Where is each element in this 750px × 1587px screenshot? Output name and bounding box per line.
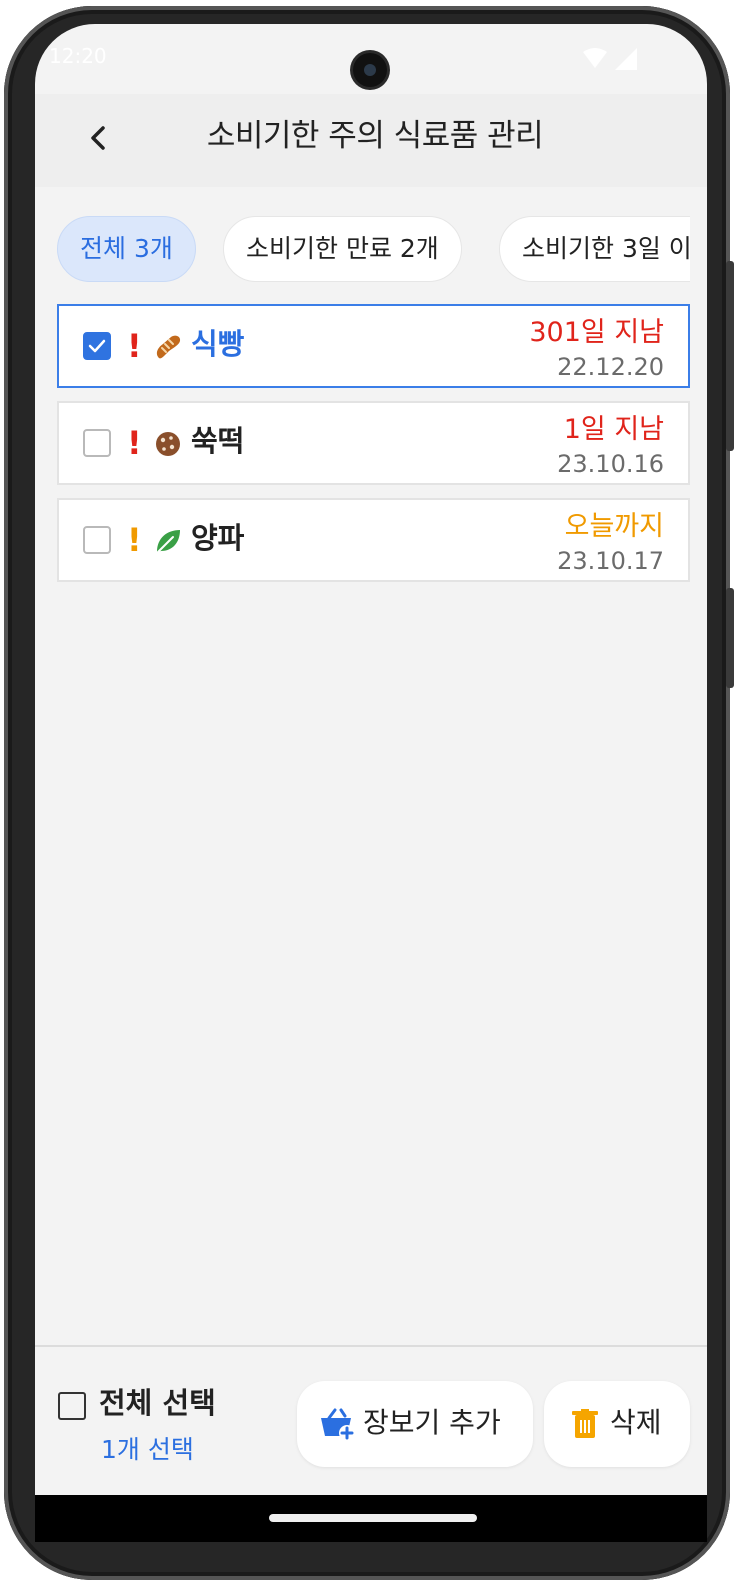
item-checkbox[interactable] xyxy=(83,526,111,554)
status-time: 12:20 xyxy=(49,44,107,68)
cookie-icon xyxy=(156,432,180,456)
alert-icon: ! xyxy=(127,327,142,365)
selected-count: 1개 선택 xyxy=(101,1435,194,1464)
page-title: 소비기한 주의 식료품 관리 xyxy=(206,118,544,154)
back-button[interactable] xyxy=(79,118,119,158)
delete-button[interactable]: 삭제 xyxy=(544,1381,690,1467)
item-date: 22.12.20 xyxy=(557,353,664,381)
check-icon xyxy=(88,339,106,353)
list-item[interactable]: ! 양파 오늘까지 23.10.17 xyxy=(57,498,690,582)
filter-chip-expired[interactable]: 소비기한 만료 2개 xyxy=(223,216,462,282)
item-status: 301일 지남 xyxy=(529,317,664,348)
app-bar: 소비기한 주의 식료품 관리 xyxy=(35,94,707,187)
app-screen: 12:20 소비기한 주의 식료품 관리 전체 3개 소비기한 만료 2개 소비… xyxy=(35,24,707,1542)
warning-icon: ! xyxy=(127,521,142,559)
item-status: 1일 지남 xyxy=(563,414,664,445)
front-camera xyxy=(353,53,387,87)
volume-button xyxy=(726,261,734,451)
item-checkbox[interactable] xyxy=(83,429,111,457)
item-date: 23.10.17 xyxy=(557,547,664,575)
filter-chip-within-3-days[interactable]: 소비기한 3일 이내 1개 xyxy=(499,216,690,282)
list-item[interactable]: ! 쑥떡 1일 지남 23.10.16 xyxy=(57,401,690,485)
filter-chips: 전체 3개 소비기한 만료 2개 소비기한 3일 이내 1개 xyxy=(57,216,690,286)
item-date: 23.10.16 xyxy=(557,450,664,478)
bread-icon xyxy=(156,335,181,359)
add-shopping-button[interactable]: 장보기 추가 xyxy=(297,1381,533,1467)
trash-icon xyxy=(572,1409,598,1438)
status-bar: 12:20 xyxy=(35,24,707,94)
item-status: 오늘까지 xyxy=(564,511,664,542)
item-name: 쑥떡 xyxy=(191,424,245,458)
item-name: 식빵 xyxy=(191,327,245,361)
home-indicator[interactable] xyxy=(269,1514,477,1522)
select-all-checkbox[interactable] xyxy=(58,1392,86,1420)
list-item[interactable]: ! 식빵 301일 지남 22.12.20 xyxy=(57,304,690,388)
signal-icon xyxy=(615,48,637,70)
alert-icon: ! xyxy=(127,424,142,462)
bottom-action-bar: 전체 선택 1개 선택 장보기 추가 삭제 xyxy=(35,1345,707,1497)
item-checkbox[interactable] xyxy=(83,332,111,360)
add-shopping-label: 장보기 추가 xyxy=(363,1406,501,1439)
filter-chip-all[interactable]: 전체 3개 xyxy=(57,216,196,282)
system-nav-bar xyxy=(35,1495,707,1542)
select-all-label[interactable]: 전체 선택 xyxy=(99,1383,216,1423)
power-button xyxy=(726,588,734,688)
leaf-icon xyxy=(157,530,180,553)
status-icons xyxy=(581,46,641,76)
wifi-icon xyxy=(583,48,637,70)
chevron-left-icon xyxy=(91,126,105,150)
basket-add-icon xyxy=(321,1408,355,1441)
delete-label: 삭제 xyxy=(610,1406,662,1439)
item-name: 양파 xyxy=(191,521,245,555)
phone-frame: 12:20 소비기한 주의 식료품 관리 전체 3개 소비기한 만료 2개 소비… xyxy=(4,6,734,1580)
